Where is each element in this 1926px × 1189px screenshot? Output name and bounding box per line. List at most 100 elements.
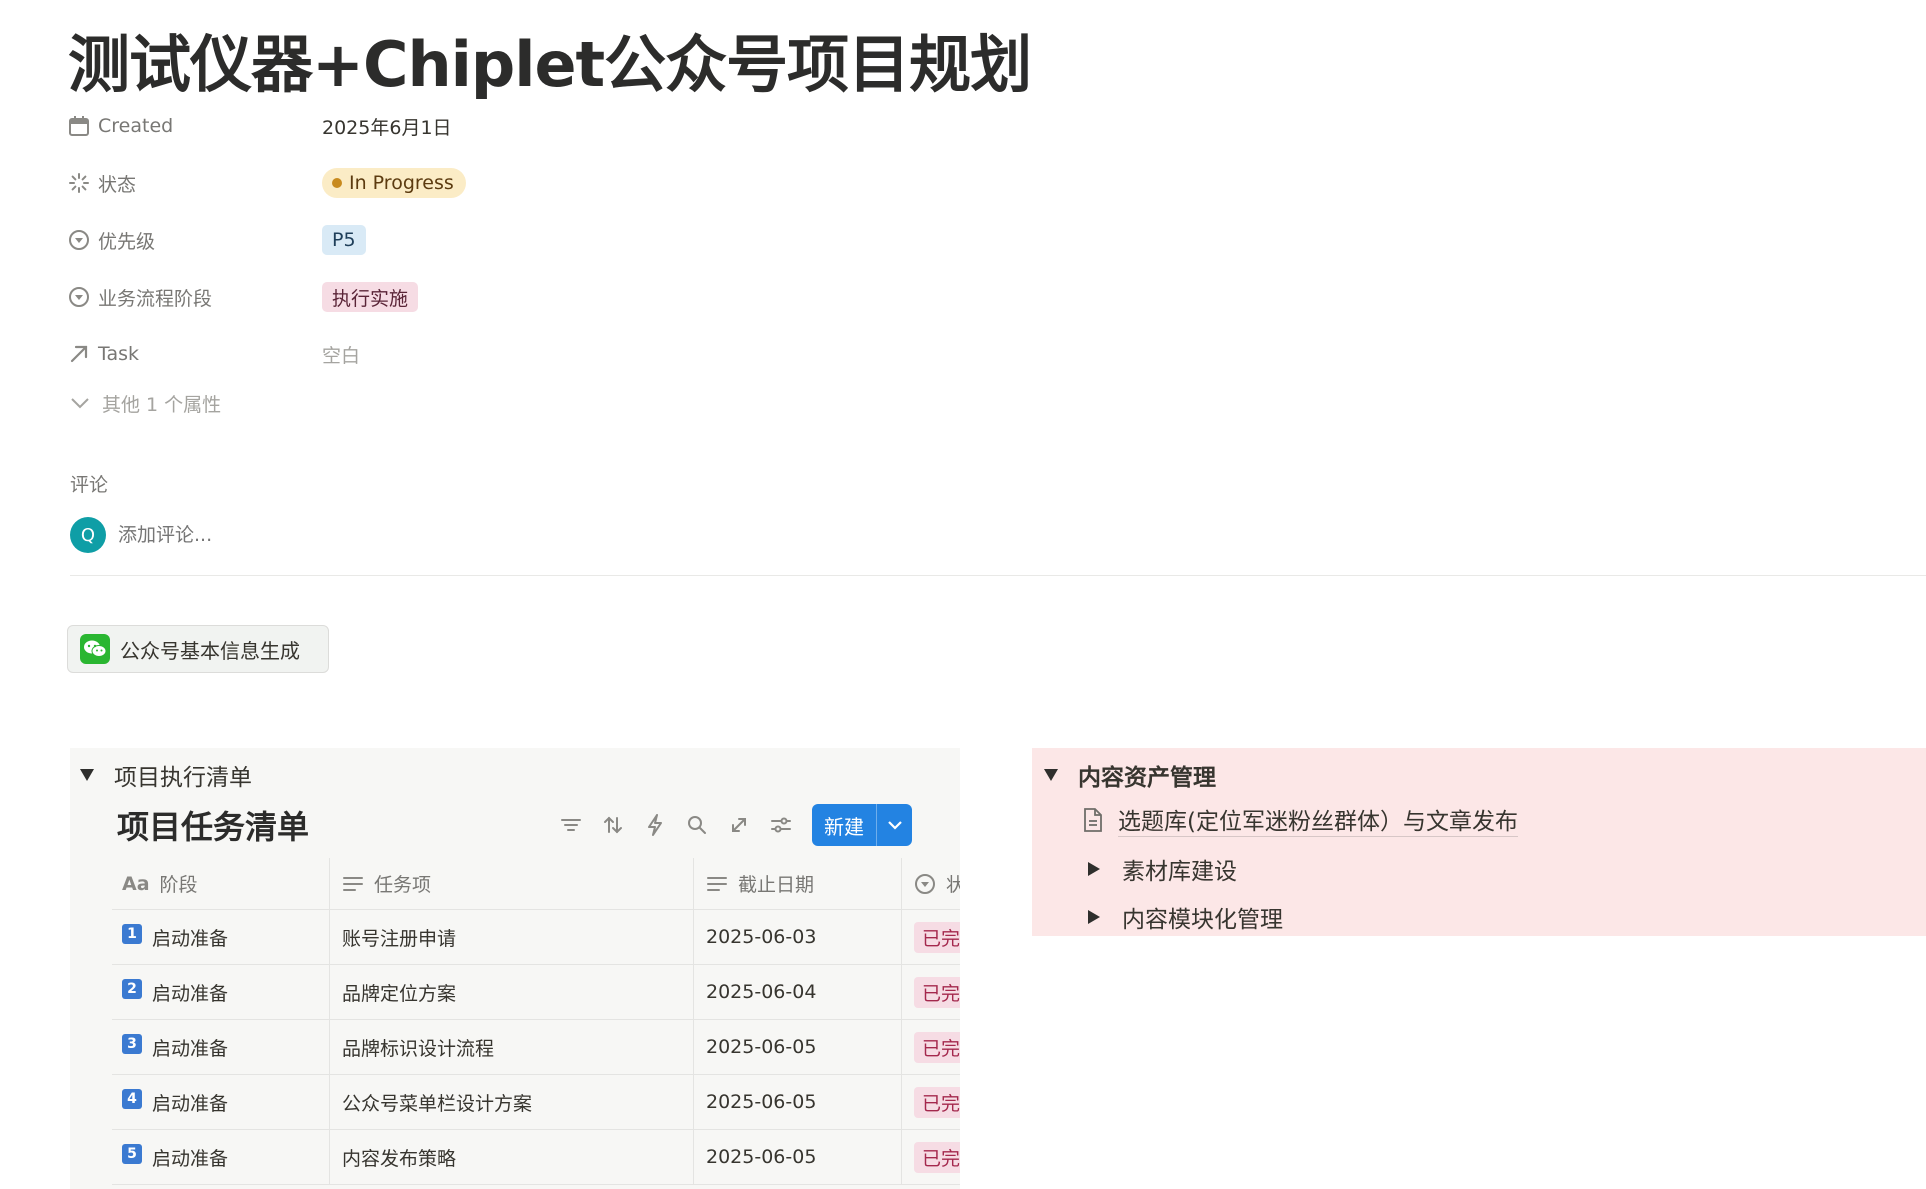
table-row[interactable]: 5 启动准备 内容发布策略 2025-06-05 已完 <box>112 1130 960 1185</box>
chevron-down-icon <box>70 393 92 415</box>
task-cell[interactable]: 内容发布策略 <box>330 1130 694 1184</box>
sort-icon[interactable] <box>592 805 634 845</box>
stage-tag[interactable]: 执行实施 <box>322 282 419 312</box>
task-cell[interactable]: 账号注册申请 <box>330 910 694 964</box>
task-cell[interactable]: 品牌标识设计流程 <box>330 1020 694 1074</box>
property-stage[interactable]: 业务流程阶段 执行实施 <box>68 277 768 317</box>
text-property-icon <box>342 875 364 893</box>
property-value[interactable]: 2025年6月1日 <box>322 113 452 140</box>
task-cell[interactable]: 品牌定位方案 <box>330 965 694 1019</box>
page-title[interactable]: 测试仪器+Chiplet公众号项目规划 <box>68 14 1032 104</box>
property-name: Task <box>98 343 140 365</box>
table-row[interactable]: 2 启动准备 品牌定位方案 2025-06-04 已完 <box>112 965 960 1020</box>
select-icon <box>68 228 96 252</box>
toggle-material-library[interactable]: 素材库建设 <box>1082 852 1237 886</box>
toggle-content-modules[interactable]: 内容模块化管理 <box>1082 900 1283 934</box>
property-task[interactable]: Task 空白 <box>68 334 768 374</box>
chevron-down-icon[interactable] <box>876 804 912 846</box>
number-4-icon: 4 <box>122 1089 142 1109</box>
status-tag: 已完 <box>914 1031 960 1063</box>
property-name: 状态 <box>98 173 137 196</box>
expand-icon[interactable] <box>718 805 760 845</box>
column-header-due[interactable]: 截止日期 <box>694 858 902 909</box>
table-row[interactable]: 4 启动准备 公众号菜单栏设计方案 2025-06-05 已完 <box>112 1075 960 1130</box>
toggle-label: 素材库建设 <box>1122 859 1237 885</box>
status-icon <box>68 171 96 195</box>
text-property-icon <box>706 875 728 893</box>
property-status[interactable]: 状态 In Progress <box>68 163 768 203</box>
select-icon <box>914 873 936 895</box>
property-priority[interactable]: 优先级 P5 <box>68 220 768 260</box>
filter-icon[interactable] <box>550 805 592 845</box>
toggle-header[interactable]: 内容资产管理 <box>1044 758 1216 792</box>
project-execution-toggle: 项目执行清单 项目任务清单 新建 Aa 阶段 任务项 截止日期 状 1 启动准备… <box>70 748 960 1189</box>
more-properties-toggle[interactable]: 其他 1 个属性 <box>70 390 221 417</box>
content-asset-toggle: 内容资产管理 选题库(定位军迷粉丝群体）与文章发布 素材库建设 内容模块化管理 <box>1032 748 1926 936</box>
stage-cell: 启动准备 <box>152 1037 229 1060</box>
new-button-label[interactable]: 新建 <box>812 804 876 846</box>
column-header-stage[interactable]: Aa 阶段 <box>112 858 330 909</box>
toggle-triangle-icon[interactable] <box>1088 862 1100 876</box>
avatar: Q <box>70 517 106 553</box>
toggle-title: 内容资产管理 <box>1078 765 1216 791</box>
new-button[interactable]: 新建 <box>812 804 912 846</box>
property-name: Created <box>98 115 174 137</box>
divider <box>70 575 1926 576</box>
column-header-status[interactable]: 状 <box>902 858 960 909</box>
stage-cell: 启动准备 <box>152 982 229 1005</box>
settings-sliders-icon[interactable] <box>760 805 802 845</box>
number-3-icon: 3 <box>122 1034 142 1054</box>
due-cell[interactable]: 2025-06-03 <box>694 910 902 964</box>
select-icon <box>68 285 96 309</box>
comments-label: 评论 <box>70 474 109 496</box>
wechat-icon <box>80 634 110 664</box>
property-created[interactable]: Created 2025年6月1日 <box>68 106 768 146</box>
task-table: Aa 阶段 任务项 截止日期 状 1 启动准备 账号注册申请 2025-06-0… <box>112 858 960 1185</box>
due-cell[interactable]: 2025-06-05 <box>694 1020 902 1074</box>
task-cell[interactable]: 公众号菜单栏设计方案 <box>330 1075 694 1129</box>
number-1-icon: 1 <box>122 924 142 944</box>
database-toolbar: 新建 <box>550 804 912 846</box>
status-badge[interactable]: In Progress <box>322 168 466 198</box>
due-cell[interactable]: 2025-06-05 <box>694 1075 902 1129</box>
status-tag: 已完 <box>914 921 960 953</box>
number-2-icon: 2 <box>122 979 142 999</box>
toggle-header[interactable]: 项目执行清单 <box>80 758 252 792</box>
lightning-icon[interactable] <box>634 805 676 845</box>
table-row[interactable]: 3 启动准备 品牌标识设计流程 2025-06-05 已完 <box>112 1020 960 1075</box>
page-link-topic-library[interactable]: 选题库(定位军迷粉丝群体）与文章发布 <box>1082 802 1518 837</box>
status-tag: 已完 <box>914 1141 960 1173</box>
toggle-triangle-icon[interactable] <box>1044 769 1058 781</box>
due-cell[interactable]: 2025-06-05 <box>694 1130 902 1184</box>
search-icon[interactable] <box>676 805 718 845</box>
comment-input[interactable] <box>118 524 518 546</box>
comment-row[interactable]: Q <box>70 517 518 553</box>
relation-arrow-icon <box>68 342 96 366</box>
status-tag: 已完 <box>914 976 960 1008</box>
stage-cell: 启动准备 <box>152 1092 229 1115</box>
table-header: Aa 阶段 任务项 截止日期 状 <box>112 858 960 910</box>
property-name: 业务流程阶段 <box>98 287 213 310</box>
calendar-icon <box>68 114 96 138</box>
priority-tag[interactable]: P5 <box>322 225 366 255</box>
number-5-icon: 5 <box>122 1144 142 1164</box>
page-icon <box>1082 807 1106 833</box>
stage-cell: 启动准备 <box>152 927 229 950</box>
toggle-triangle-icon[interactable] <box>80 769 94 781</box>
generate-info-button[interactable]: 公众号基本信息生成 <box>67 625 329 673</box>
property-value-empty[interactable]: 空白 <box>322 341 360 368</box>
database-title[interactable]: 项目任务清单 <box>117 802 309 848</box>
page-link-label[interactable]: 选题库(定位军迷粉丝群体）与文章发布 <box>1118 802 1518 837</box>
status-dot <box>332 178 342 188</box>
status-tag: 已完 <box>914 1086 960 1118</box>
toggle-label: 内容模块化管理 <box>1122 907 1283 933</box>
table-row[interactable]: 1 启动准备 账号注册申请 2025-06-03 已完 <box>112 910 960 965</box>
column-header-task[interactable]: 任务项 <box>330 858 694 909</box>
toggle-triangle-icon[interactable] <box>1088 910 1100 924</box>
due-cell[interactable]: 2025-06-04 <box>694 965 902 1019</box>
title-property-icon: Aa <box>122 872 150 895</box>
property-name: 优先级 <box>98 230 156 253</box>
more-properties-label: 其他 1 个属性 <box>102 394 222 416</box>
stage-cell: 启动准备 <box>152 1147 229 1170</box>
generate-info-label: 公众号基本信息生成 <box>120 638 300 663</box>
